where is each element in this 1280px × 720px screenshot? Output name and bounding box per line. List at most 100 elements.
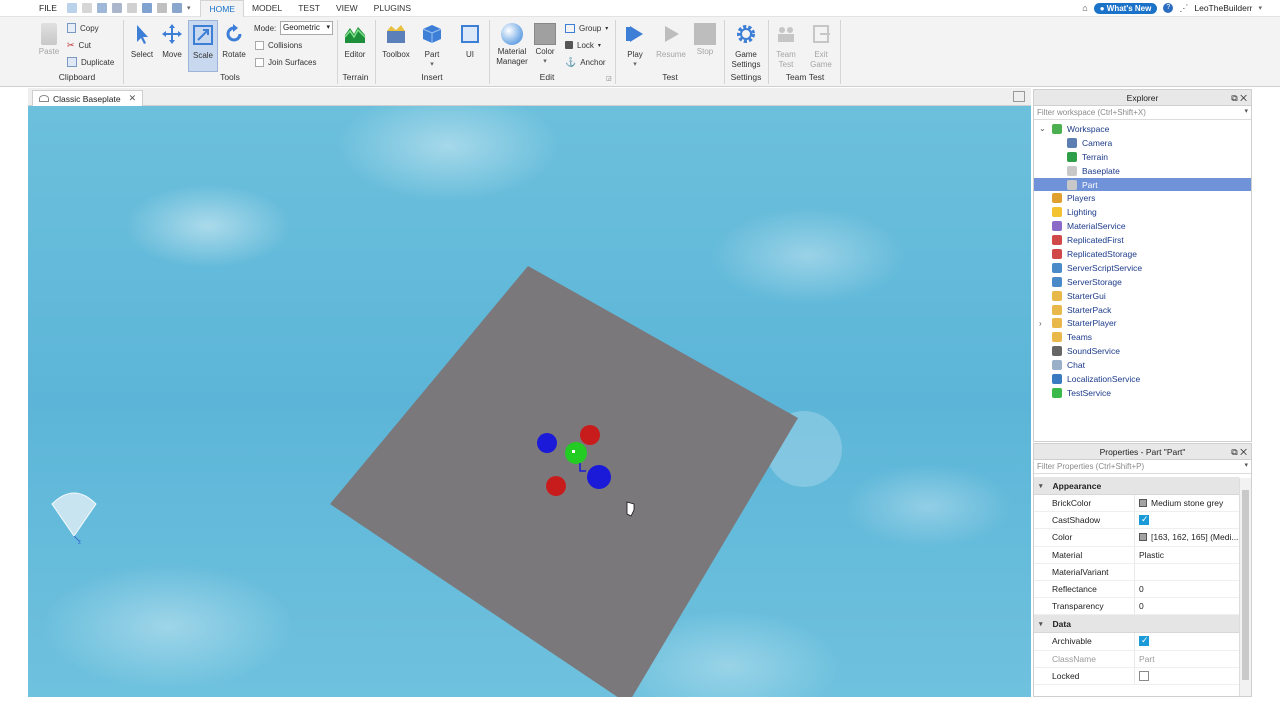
undo-icon[interactable] — [171, 3, 182, 13]
property-checkbox[interactable] — [1139, 515, 1149, 526]
scale-handle-blue-back[interactable] — [537, 433, 557, 453]
explorer-item[interactable]: Terrain — [1034, 150, 1251, 164]
explorer-item[interactable]: Part — [1034, 177, 1251, 192]
property-value-cell[interactable]: 0 — [1135, 584, 1239, 594]
property-checkbox[interactable] — [1139, 670, 1149, 681]
select-tool-button[interactable]: Select — [128, 23, 156, 60]
play-here-icon[interactable] — [141, 3, 152, 13]
scale-handle-red-right[interactable] — [580, 425, 600, 445]
paste-button[interactable]: Paste — [36, 23, 62, 57]
close-icon[interactable]: ✕ — [1240, 447, 1247, 457]
duplicate-button[interactable]: Duplicate — [67, 55, 114, 69]
explorer-item[interactable]: ⌄ Workspace — [1034, 122, 1251, 136]
property-value-cell[interactable]: Part — [1135, 654, 1239, 664]
toolbox-button[interactable]: Toolbox — [380, 23, 412, 60]
property-row[interactable]: MaterialVariant — [1034, 563, 1239, 581]
move-tool-button[interactable]: Move — [158, 23, 186, 60]
property-checkbox[interactable] — [1139, 636, 1149, 647]
chevron-down-icon[interactable]: ▾ — [1244, 107, 1248, 115]
explorer-item[interactable]: TestService — [1034, 386, 1251, 400]
lock-button[interactable]: Lock ▾ — [565, 38, 601, 52]
property-section-header[interactable]: ▾ Appearance — [1034, 477, 1239, 495]
lock-dropdown-icon[interactable]: ▾ — [598, 42, 601, 49]
collapse-arrow-icon[interactable]: › — [1039, 319, 1042, 328]
rotate-tool-button[interactable]: Rotate — [220, 23, 248, 60]
collapse-caret-icon[interactable]: ▾ — [1039, 482, 1043, 490]
tab-test[interactable]: TEST — [290, 0, 328, 17]
join-surfaces-checkbox[interactable] — [255, 57, 264, 67]
game-settings-button[interactable]: Game Settings — [728, 23, 764, 70]
mode-select[interactable]: Geometric ▾ — [280, 21, 333, 35]
property-value-cell[interactable]: Plastic — [1135, 550, 1239, 560]
explorer-filter-input[interactable]: Filter workspace (Ctrl+Shift+X) ▾ — [1034, 106, 1251, 120]
explorer-item[interactable]: ServerScriptService — [1034, 261, 1251, 275]
scale-handle-red-left[interactable] — [546, 476, 566, 496]
color-swatch[interactable] — [1139, 499, 1147, 508]
properties-filter-input[interactable]: Filter Properties (Ctrl+Shift+P) ▾ — [1034, 460, 1251, 474]
explorer-item[interactable]: StarterPack — [1034, 303, 1251, 317]
new-file-icon[interactable] — [66, 3, 77, 13]
property-value-cell[interactable]: Medium stone grey — [1135, 498, 1239, 508]
property-section-header[interactable]: ▾ Data — [1034, 615, 1239, 634]
help-icon[interactable]: ? — [1163, 3, 1174, 13]
part-dropdown-icon[interactable]: ▾ — [418, 60, 446, 70]
resume-button[interactable]: Resume — [654, 23, 688, 60]
property-value-cell[interactable] — [1135, 515, 1239, 526]
scale-handle-blue-front[interactable] — [587, 465, 611, 489]
explorer-item[interactable]: Players — [1034, 191, 1251, 205]
tab-view[interactable]: VIEW — [328, 0, 366, 17]
document-tab[interactable]: Classic Baseplate ✕ — [32, 90, 144, 106]
insert-ui-button[interactable]: UI — [456, 23, 484, 60]
group-button[interactable]: Group ▾ — [565, 21, 608, 35]
explorer-item[interactable]: Camera — [1034, 136, 1251, 150]
exit-game-button[interactable]: Exit Game — [806, 23, 836, 70]
color-button[interactable]: Color ▾ — [532, 23, 558, 67]
insert-part-button[interactable]: Part ▾ — [418, 23, 446, 70]
collapse-caret-icon[interactable]: ▾ — [1039, 620, 1043, 628]
scale-tool-button[interactable]: Scale — [188, 20, 218, 72]
explorer-item[interactable]: ServerStorage — [1034, 275, 1251, 289]
expand-arrow-icon[interactable]: ⌄ — [1039, 124, 1046, 133]
tab-plugins[interactable]: PLUGINS — [366, 0, 419, 17]
property-row[interactable]: CastShadow — [1034, 512, 1239, 530]
file-menu[interactable]: FILE — [0, 3, 67, 13]
maximize-viewport-icon[interactable] — [1013, 91, 1025, 102]
explorer-item[interactable]: › StarterPlayer — [1034, 316, 1251, 330]
redo-disabled-icon[interactable] — [126, 3, 137, 13]
stop-button[interactable]: Stop — [692, 23, 718, 57]
user-dropdown-icon[interactable]: ▾ — [1258, 4, 1262, 12]
3d-viewport[interactable]: z — [28, 106, 1031, 697]
tab-home[interactable]: HOME — [200, 0, 244, 17]
explorer-item[interactable]: Teams — [1034, 330, 1251, 344]
anchor-button[interactable]: ⚓ Anchor — [565, 55, 606, 69]
copy-button[interactable]: Copy — [67, 21, 99, 35]
property-row[interactable]: Material Plastic — [1034, 546, 1239, 564]
color-swatch[interactable] — [1139, 533, 1147, 542]
team-test-button[interactable]: Team Test — [772, 23, 800, 70]
save-icon[interactable] — [96, 3, 107, 13]
quick-access-dropdown-icon[interactable]: ▾ — [187, 4, 191, 12]
undock-icon[interactable]: ⧉ — [1231, 93, 1237, 103]
group-dropdown-icon[interactable]: ▾ — [605, 25, 608, 32]
share-icon[interactable]: ⋰ — [1179, 3, 1188, 14]
undock-icon[interactable]: ⧉ — [1231, 447, 1237, 457]
color-dropdown-icon[interactable]: ▾ — [532, 57, 558, 67]
collisions-toggle[interactable]: Collisions — [255, 38, 302, 52]
property-row[interactable]: Archivable — [1034, 633, 1239, 651]
property-row[interactable]: Color [163, 162, 165] (Medi... — [1034, 529, 1239, 547]
close-icon[interactable]: ✕ — [129, 93, 137, 104]
cut-button[interactable]: ✂ Cut — [67, 38, 91, 52]
play-button[interactable]: Play ▾ — [620, 23, 650, 70]
close-icon[interactable]: ✕ — [1240, 93, 1247, 103]
explorer-item[interactable]: ReplicatedStorage — [1034, 247, 1251, 261]
join-surfaces-toggle[interactable]: Join Surfaces — [255, 55, 316, 69]
explorer-item[interactable]: Lighting — [1034, 205, 1251, 219]
property-row[interactable]: BrickColor Medium stone grey — [1034, 495, 1239, 513]
scale-handle-green-top[interactable] — [565, 442, 587, 464]
properties-scrollbar[interactable] — [1239, 478, 1251, 696]
explorer-item[interactable]: Baseplate — [1034, 164, 1251, 178]
property-value-cell[interactable]: 0 — [1135, 601, 1239, 611]
property-row[interactable]: Transparency 0 — [1034, 598, 1239, 616]
explorer-item[interactable]: ReplicatedFirst — [1034, 233, 1251, 247]
scrollbar-thumb[interactable] — [1242, 490, 1249, 680]
